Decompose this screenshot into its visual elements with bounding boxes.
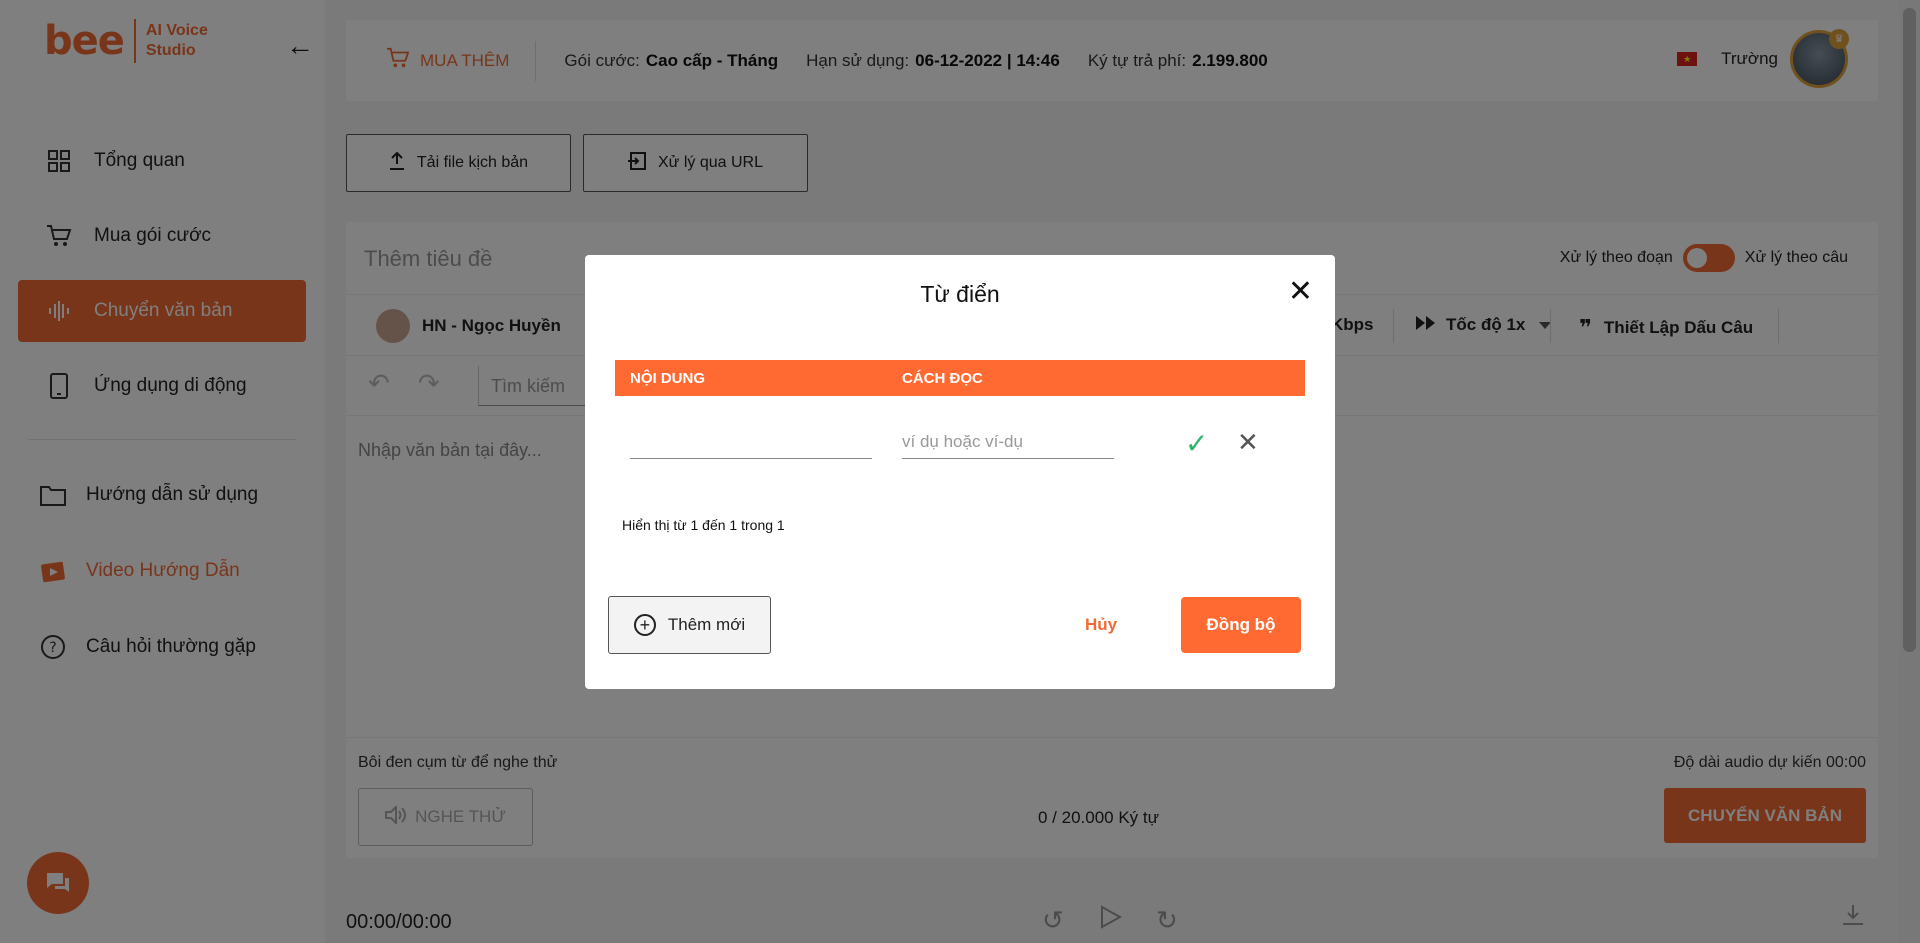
add-new-button[interactable]: + Thêm mới bbox=[608, 596, 771, 654]
plus-circle-icon: + bbox=[633, 614, 656, 636]
close-icon[interactable]: ✕ bbox=[1288, 277, 1313, 307]
column-header-reading: CÁCH ĐỌC bbox=[902, 370, 983, 387]
modal-title: Từ điển bbox=[920, 281, 1000, 307]
table-header: NỘI DUNG CÁCH ĐỌC bbox=[615, 360, 1305, 396]
cancel-button[interactable]: Hủy bbox=[1085, 615, 1117, 635]
add-new-label: Thêm mới bbox=[667, 615, 746, 634]
paging-info: Hiển thị từ 1 đến 1 trong 1 bbox=[622, 517, 785, 533]
column-header-content: NỘI DUNG bbox=[630, 370, 705, 387]
close-row-icon[interactable]: ✕ bbox=[1237, 427, 1259, 458]
reading-input[interactable] bbox=[902, 425, 1114, 459]
sync-button[interactable]: Đồng bộ bbox=[1181, 597, 1301, 653]
dictionary-modal: Từ điển ✕ NỘI DUNG CÁCH ĐỌC ✓ ✕ Hiển thị… bbox=[585, 255, 1335, 689]
check-icon[interactable]: ✓ bbox=[1185, 427, 1208, 460]
content-input[interactable] bbox=[630, 425, 872, 459]
